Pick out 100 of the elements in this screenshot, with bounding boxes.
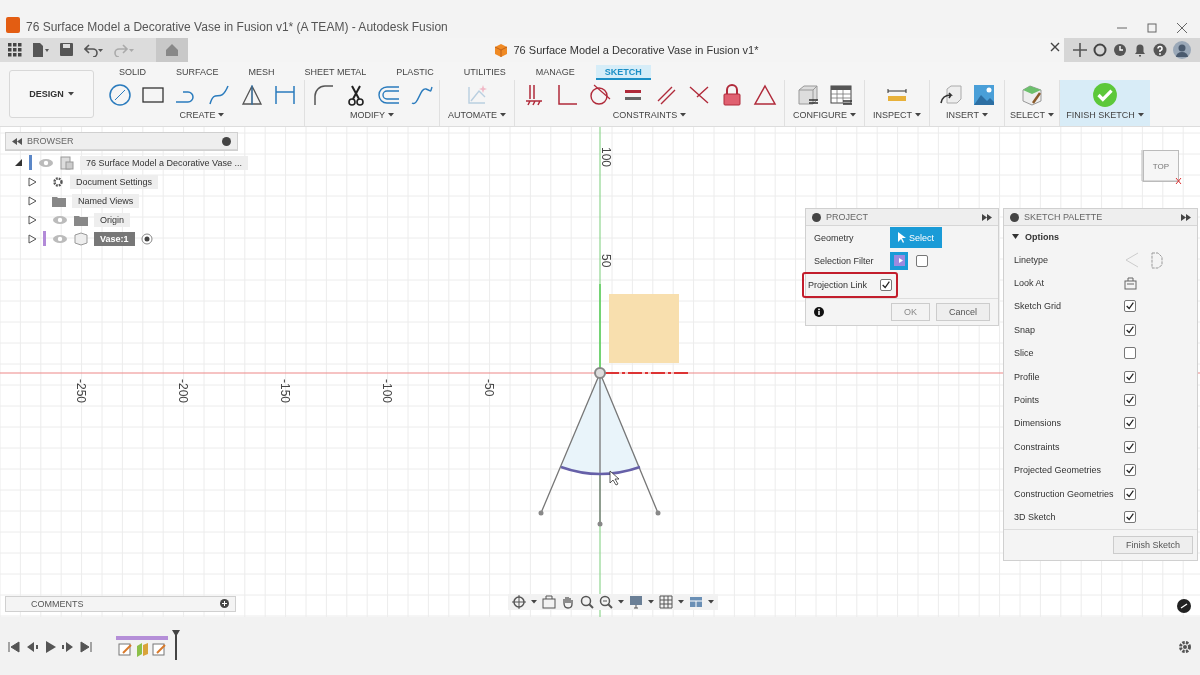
pin-icon[interactable] [222, 136, 231, 146]
spline-icon[interactable] [206, 83, 231, 107]
tree-item[interactable]: Vase:1 [94, 231, 135, 246]
ribbon-tab[interactable]: UTILITIES [454, 65, 515, 80]
grid-icon[interactable] [659, 595, 673, 609]
checkbox[interactable] [880, 279, 892, 291]
zoom-window-icon[interactable] [599, 595, 613, 609]
image-icon[interactable] [971, 83, 996, 107]
checkbox[interactable] [1124, 323, 1136, 336]
file-icon[interactable] [32, 43, 50, 57]
ribbon-group-menu[interactable]: CONFIGURE [793, 110, 856, 120]
help-icon[interactable] [1153, 43, 1167, 57]
new-tab-icon[interactable] [1073, 43, 1087, 57]
checkbox[interactable] [1124, 417, 1136, 430]
avatar-icon[interactable] [1173, 41, 1191, 59]
ribbon-group-menu[interactable]: INSPECT [873, 110, 921, 120]
bell-icon[interactable] [1133, 43, 1147, 57]
view-cube[interactable]: TOP [1143, 150, 1179, 182]
ribbon-group-menu[interactable]: INSERT [946, 110, 988, 120]
checkbox[interactable] [1124, 487, 1136, 500]
sketch-feature-icon[interactable] [152, 641, 166, 658]
checkbox[interactable] [1124, 394, 1136, 407]
checkbox[interactable] [1124, 300, 1136, 313]
last-icon[interactable] [80, 640, 92, 653]
collapse-tree-icon[interactable] [14, 158, 23, 167]
undo-icon[interactable] [84, 43, 104, 57]
cancel-button[interactable]: Cancel [936, 303, 990, 321]
sketch-drawing[interactable] [538, 283, 689, 527]
finish-sketch-button[interactable]: Finish Sketch [1112, 535, 1193, 554]
circle-icon[interactable] [107, 83, 132, 107]
ribbon-tab[interactable]: SURFACE [167, 65, 228, 80]
settings-icon[interactable] [1178, 639, 1192, 654]
display-icon[interactable] [629, 595, 643, 609]
close-icon[interactable] [1176, 22, 1188, 34]
clock-icon[interactable] [1113, 43, 1127, 57]
perpendicular-icon[interactable] [555, 83, 579, 107]
expand-icon[interactable] [28, 214, 37, 225]
box-icon[interactable] [796, 83, 820, 107]
checkbox[interactable] [1124, 347, 1136, 360]
box-arrow-icon[interactable] [938, 83, 963, 107]
tree-item[interactable]: Origin [94, 212, 130, 227]
activate-radio-icon[interactable] [140, 232, 153, 245]
timeline-marker-icon[interactable] [172, 629, 180, 660]
filter-button[interactable] [890, 251, 908, 270]
table-icon[interactable] [829, 83, 853, 107]
expand-icon[interactable] [28, 195, 37, 206]
ribbon-tab[interactable]: SOLID [110, 65, 155, 80]
ribbon-group-menu[interactable]: CONSTRAINTS [612, 110, 687, 120]
grid-menu-icon[interactable] [8, 43, 22, 57]
zoom-icon[interactable] [580, 595, 594, 609]
collapse-icon[interactable] [12, 137, 22, 145]
orbit-icon[interactable] [512, 595, 526, 609]
expand-icon[interactable] [28, 233, 37, 244]
refresh-icon[interactable] [1093, 43, 1107, 57]
ribbon-group-menu[interactable]: FINISH SKETCH [1066, 110, 1144, 120]
minimize-panel-icon[interactable] [1010, 212, 1019, 222]
ribbon-tab[interactable]: PLASTIC [387, 65, 443, 80]
offset-icon[interactable] [376, 83, 401, 107]
viewports-icon[interactable] [689, 595, 703, 609]
section-toggle-icon[interactable] [1012, 233, 1019, 241]
save-icon[interactable] [60, 43, 74, 57]
ribbon-tab[interactable]: MESH [239, 65, 284, 80]
play-icon[interactable] [44, 640, 56, 653]
dimension-icon[interactable] [272, 83, 297, 107]
tree-item[interactable]: Named Views [72, 193, 140, 208]
sketch-feature-icon[interactable] [118, 641, 132, 658]
status-icon[interactable] [1177, 599, 1191, 613]
ribbon-group-menu[interactable]: AUTOMATE [447, 110, 507, 120]
document-tab-title[interactable]: 76 Surface Model a Decorative Vase in Fusion v1* [513, 44, 759, 56]
ribbon-group-menu[interactable]: CREATE [179, 110, 225, 120]
add-comment-icon[interactable] [220, 598, 229, 608]
ribbon-tab[interactable]: SHEET METAL [295, 65, 376, 80]
checkbox[interactable] [916, 254, 928, 267]
ribbon-tab[interactable]: MANAGE [526, 65, 584, 80]
look-at-icon[interactable] [542, 595, 556, 609]
lock-icon[interactable] [720, 83, 744, 107]
expand-icon[interactable] [28, 176, 37, 187]
first-icon[interactable] [8, 640, 20, 653]
checkbox[interactable] [1124, 370, 1136, 383]
maximize-icon[interactable] [1146, 22, 1158, 34]
expand-panel-icon[interactable] [982, 213, 992, 221]
checkbox[interactable] [1124, 464, 1136, 477]
expand-panel-icon[interactable] [1181, 213, 1191, 221]
previous-icon[interactable] [26, 640, 38, 653]
checkbox[interactable] [1124, 440, 1136, 453]
triangle-icon[interactable] [239, 83, 264, 107]
ribbon-group-menu[interactable]: MODIFY [350, 110, 394, 120]
triangle-icon[interactable] [753, 83, 777, 107]
check-icon[interactable] [1092, 82, 1118, 108]
close-icon[interactable] [1050, 42, 1060, 52]
next-icon[interactable] [62, 640, 74, 653]
box-brush-icon[interactable] [1020, 83, 1044, 107]
look-at-icon[interactable] [1124, 276, 1137, 290]
minimize-panel-icon[interactable] [812, 212, 821, 222]
workspace-button[interactable]: DESIGN [9, 70, 94, 118]
tangent-icon[interactable] [588, 83, 612, 107]
pan-icon[interactable] [561, 595, 575, 609]
checkbox[interactable] [1124, 511, 1136, 523]
tree-item[interactable]: 76 Surface Model a Decorative Vase ... [80, 155, 248, 170]
ribbon-group-menu[interactable]: SELECT [1010, 110, 1054, 120]
